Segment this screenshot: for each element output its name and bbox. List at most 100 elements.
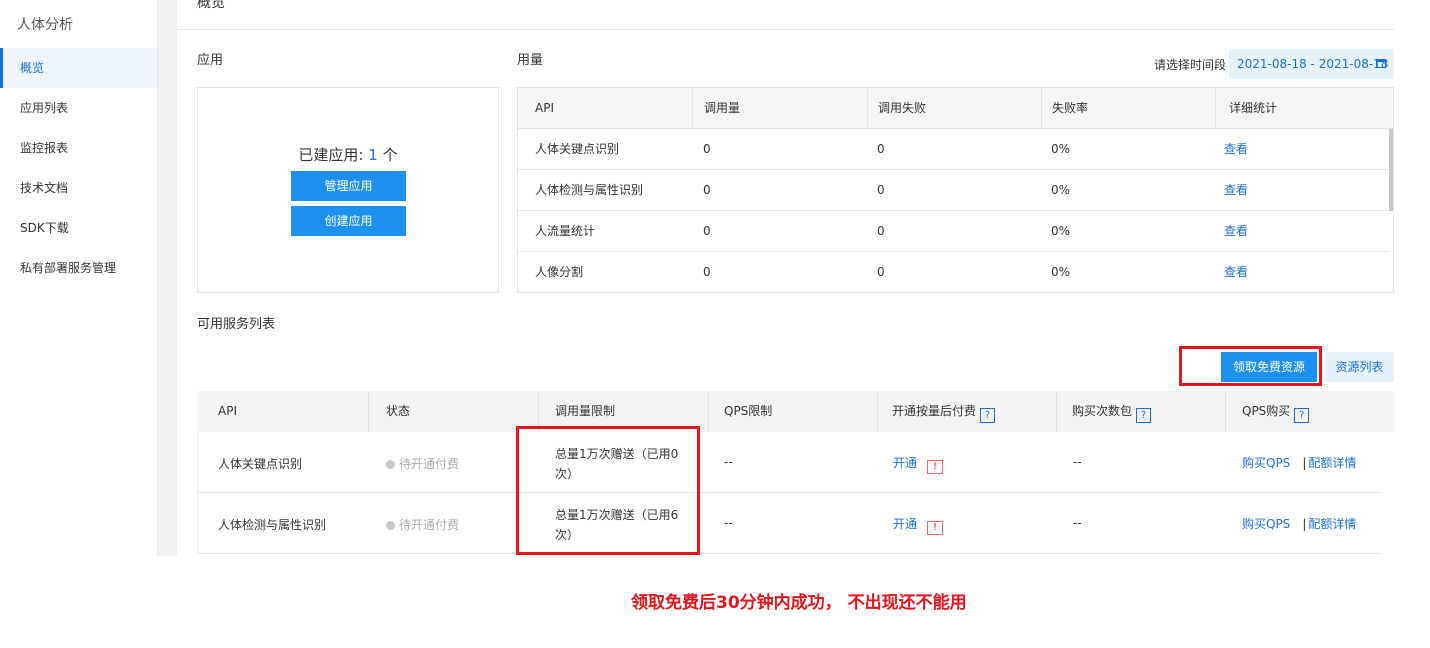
column-header-text: 购买次数包 [1072,404,1133,418]
column-header-text: 开通按量后付费 [892,404,977,418]
sidebar: 人体分析 概览 应用列表 监控报表 技术文档 SDK下载 私有部署服务管理 [0,0,158,556]
column-header: 详细统计 [1229,101,1278,115]
app-count-label: 已建应用: [298,146,369,164]
status-text: 待开通付费 [399,457,460,471]
api-name: 人体检测与属性识别 [535,183,644,197]
fail-count: 0 [877,142,885,156]
status-dot-icon [386,521,395,530]
help-icon[interactable]: ? [980,408,996,423]
column-header: 调用失败 [878,101,927,115]
table-row: 人像分割 0 0 0% 查看 [518,252,1389,292]
column-divider [867,88,868,129]
column-header: 失败率 [1052,101,1089,115]
api-name: 人像分割 [535,265,584,279]
warning-icon: ! [927,521,944,535]
table-row: 人体关键点识别 待开通付费 总量1万次赠送（已用0 次） -- 开通! -- 购买… [197,432,1381,493]
status-badge: 待开通付费 [386,455,459,472]
quota-detail-link[interactable]: 配额详情 [1308,456,1356,470]
sidebar-item-sdk-download[interactable]: SDK下载 [0,208,157,248]
sidebar-title: 人体分析 [17,17,73,33]
gutter [158,0,177,556]
highlight-frame [516,426,700,555]
column-divider [708,391,709,432]
api-name: 人体关键点识别 [218,457,303,471]
call-count: 0 [703,265,711,279]
fail-count: 0 [877,265,885,279]
apps-section-label: 应用 [197,53,224,68]
calendar-icon [1376,59,1386,68]
buy-pack: -- [1073,455,1082,469]
call-count: 0 [703,142,711,156]
qps-limit: -- [724,455,733,469]
column-header: API [535,101,554,115]
fail-rate: 0% [1051,224,1071,238]
qps-limit: -- [724,516,733,530]
date-range-label: 请选择时间段 [1154,58,1227,72]
table-row: 人流量统计 0 0 0% 查看 [518,211,1389,252]
column-divider [1056,391,1057,432]
apps-panel: 已建应用: 1 个 管理应用 创建应用 [197,87,499,293]
view-detail-link[interactable]: 查看 [1224,129,1248,170]
sidebar-item-tech-docs[interactable]: 技术文档 [0,168,157,208]
open-postpaid-link[interactable]: 开通 [893,517,917,531]
help-icon[interactable]: ? [1294,408,1310,423]
status-text: 待开通付费 [399,518,460,532]
create-app-button[interactable]: 创建应用 [291,206,406,236]
scrollbar-thumb[interactable] [1389,129,1393,211]
api-name: 人体检测与属性识别 [218,518,327,532]
view-detail-link[interactable]: 查看 [1224,170,1248,211]
help-icon[interactable]: ? [1136,408,1152,423]
call-count: 0 [703,224,711,238]
column-header: QPS限制 [724,404,773,418]
quota-detail-link[interactable]: 配额详情 [1308,517,1356,531]
column-header: 购买次数包? [1072,391,1152,432]
sidebar-item-app-list[interactable]: 应用列表 [0,88,157,128]
usage-table: API 调用量 调用失败 失败率 详细统计 人体关键点识别 0 0 0% 查看 … [517,87,1394,293]
column-header: 调用量 [704,101,741,115]
table-row: 人体关键点识别 0 0 0% 查看 [518,129,1389,170]
open-postpaid: 开通! [893,515,944,535]
call-count: 0 [703,183,711,197]
view-detail-link[interactable]: 查看 [1224,252,1248,292]
buy-pack: -- [1073,516,1082,530]
table-row: 人体检测与属性识别 待开通付费 总量1万次赠送（已用6 次） -- 开通! -- … [197,493,1381,554]
column-divider [1215,88,1216,129]
sidebar-item-private-deploy[interactable]: 私有部署服务管理 [0,248,157,288]
qps-purchase: 购买QPS | 配额详情 [1242,454,1356,471]
status-badge: 待开通付费 [386,516,459,533]
annotation-text: 领取免费后30分钟内成功， 不出现还不能用 [631,593,967,613]
column-divider [877,391,878,432]
manage-apps-button[interactable]: 管理应用 [291,171,406,201]
warning-icon: ! [927,460,944,474]
open-postpaid-link[interactable]: 开通 [893,456,917,470]
buy-qps-link[interactable]: 购买QPS [1242,517,1290,531]
claim-free-resource-button[interactable]: 领取免费资源 [1221,352,1317,382]
services-table: API 状态 调用量限制 QPS限制 开通按量后付费? 购买次数包? QPS购买… [197,391,1395,555]
api-name: 人体关键点识别 [535,142,620,156]
column-divider [1041,88,1042,129]
view-detail-link[interactable]: 查看 [1224,211,1248,252]
table-header: API 状态 调用量限制 QPS限制 开通按量后付费? 购买次数包? QPS购买… [197,391,1395,432]
column-divider [1225,391,1226,432]
column-header: API [218,404,237,418]
usage-section-label: 用量 [517,53,544,68]
fail-count: 0 [877,183,885,197]
sidebar-item-monitor-report[interactable]: 监控报表 [0,128,157,168]
table-header: API 调用量 调用失败 失败率 详细统计 [518,88,1393,129]
fail-rate: 0% [1051,265,1071,279]
column-header: 开通按量后付费? [892,391,996,432]
app-count: 已建应用: 1 个 [198,144,498,165]
resource-list-button[interactable]: 资源列表 [1325,352,1394,382]
buy-qps-link[interactable]: 购买QPS [1242,456,1290,470]
table-row: 人体检测与属性识别 0 0 0% 查看 [518,170,1389,211]
open-postpaid: 开通! [893,454,944,474]
sidebar-item-overview[interactable]: 概览 [0,48,157,88]
column-header: 状态 [386,404,411,418]
column-divider [368,391,369,432]
separator: | [1302,517,1307,531]
date-range-picker[interactable]: 2021-08-18 - 2021-08-18 [1229,49,1394,79]
fail-rate: 0% [1051,183,1071,197]
app-count-unit: 个 [377,146,398,164]
separator: | [1302,456,1307,470]
fail-rate: 0% [1051,142,1071,156]
